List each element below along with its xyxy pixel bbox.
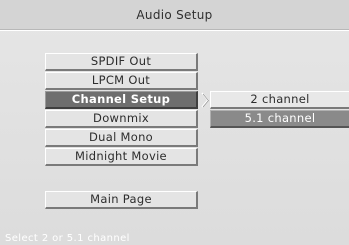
menu-item-channel-setup[interactable]: Channel Setup [45,91,198,109]
menu-item-lpcm-out[interactable]: LPCM Out [45,72,198,90]
title-bar: Audio Setup [0,0,349,31]
page-title: Audio Setup [136,8,213,22]
menu-item-dual-mono[interactable]: Dual Mono [45,129,198,147]
menu-item-midnight-movie[interactable]: Midnight Movie [45,148,198,166]
option-2-channel[interactable]: 2 channel [210,91,349,109]
main-page-button[interactable]: Main Page [45,191,198,209]
osd-screen: Audio Setup SPDIF Out LPCM Out Channel S… [0,0,349,245]
menu-item-spdif-out[interactable]: SPDIF Out [45,53,198,71]
menu-item-downmix[interactable]: Downmix [45,110,198,128]
option-5-1-channel[interactable]: 5.1 channel [210,110,349,128]
chevron-right-icon [201,92,209,108]
status-hint: Select 2 or 5.1 channel [5,233,130,244]
